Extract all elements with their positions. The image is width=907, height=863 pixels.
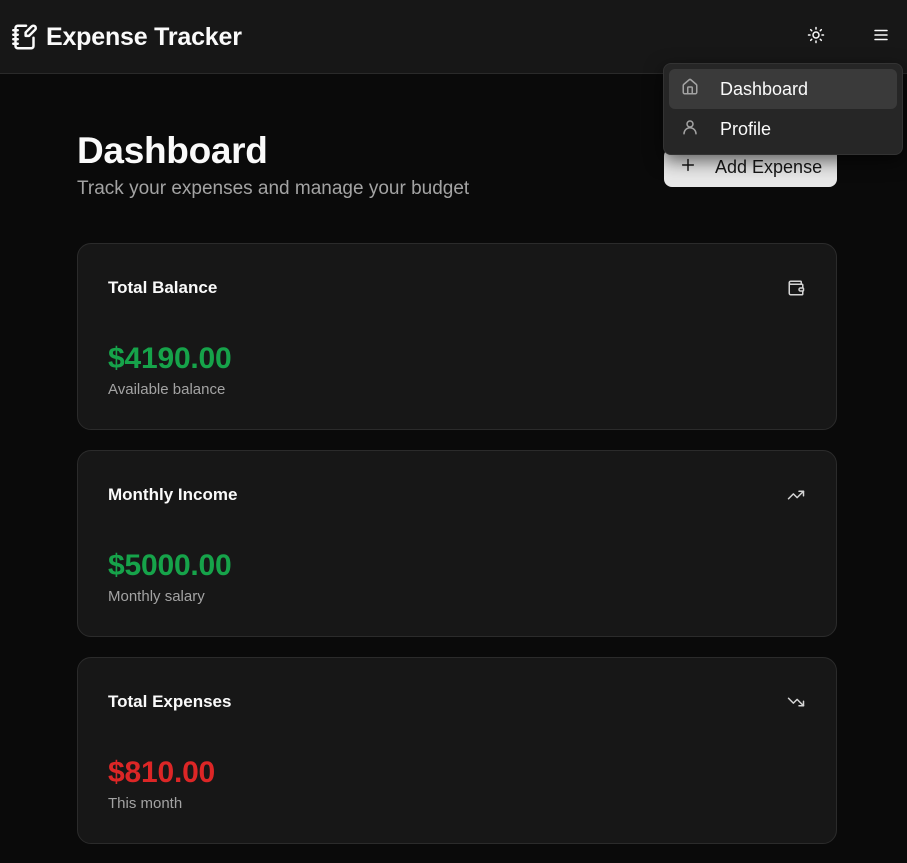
page-title: Dashboard: [77, 130, 268, 171]
card-amount: $5000.00: [108, 549, 232, 582]
card-amount: $4190.00: [108, 342, 232, 375]
user-icon: [681, 118, 699, 141]
plus-icon: [680, 157, 696, 178]
hamburger-menu-icon: [872, 26, 890, 49]
menu-item-dashboard[interactable]: Dashboard: [669, 69, 897, 109]
card-title: Total Expenses: [108, 692, 232, 711]
menu-item-label: Profile: [720, 118, 772, 139]
notebook-pen-icon: [11, 23, 38, 51]
card-title: Total Balance: [108, 278, 218, 297]
total-expenses-card: Total Expenses $810.00 This month: [77, 657, 837, 844]
trending-down-icon: [786, 692, 806, 712]
page-subtitle: Track your expenses and manage your budg…: [77, 178, 470, 199]
app-title: Expense Tracker: [46, 22, 242, 51]
total-balance-card: Total Balance $4190.00 Available balance: [77, 243, 837, 430]
card-caption: This month: [108, 795, 183, 812]
card-caption: Monthly salary: [108, 588, 205, 605]
sun-icon: [807, 26, 825, 49]
wallet-icon: [786, 278, 806, 298]
menu-button[interactable]: [866, 22, 896, 52]
menu-item-label: Dashboard: [720, 78, 809, 99]
home-icon: [681, 78, 699, 101]
card-caption: Available balance: [108, 381, 226, 398]
card-title: Monthly Income: [108, 485, 238, 504]
theme-toggle-button[interactable]: [801, 22, 831, 52]
brand[interactable]: Expense Tracker: [11, 21, 242, 53]
monthly-income-card: Monthly Income $5000.00 Monthly salary: [77, 450, 837, 637]
nav-dropdown-menu: Dashboard Profile: [663, 63, 903, 155]
add-expense-label: Add Expense: [715, 157, 823, 177]
trending-up-icon: [786, 485, 806, 505]
card-amount: $810.00: [108, 756, 216, 789]
menu-item-profile[interactable]: Profile: [669, 109, 897, 149]
